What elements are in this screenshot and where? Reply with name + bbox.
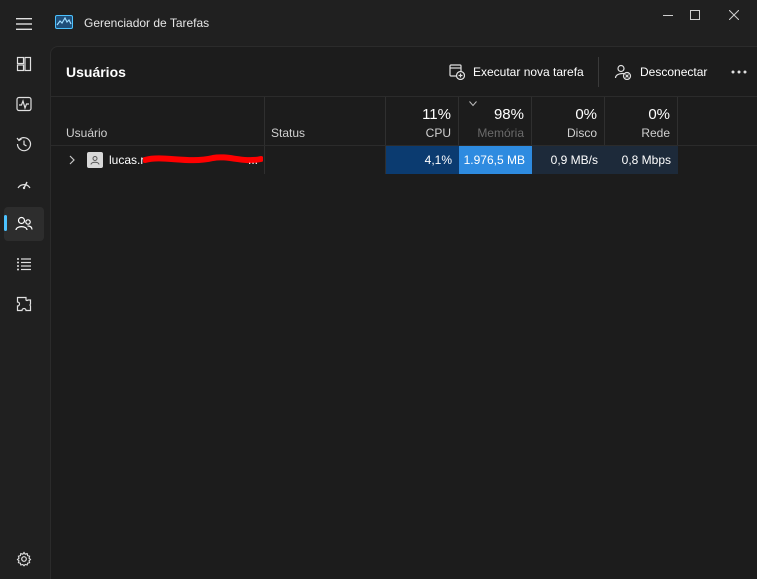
hamburger-menu-button[interactable] [6,8,42,40]
run-new-task-label: Executar nova tarefa [473,65,584,79]
cpu-value: 4,1% [424,153,452,167]
main-panel: Usuários Executar nova tarefa Desconecta… [50,46,757,579]
more-options-button[interactable] [723,59,755,85]
run-new-task-button[interactable]: Executar nova tarefa [441,56,592,88]
title-bar: Gerenciador de Tarefas [0,0,757,46]
nav-item-details[interactable] [4,247,44,281]
active-nav-indicator [4,215,7,231]
sort-descending-icon [469,101,477,107]
status-cell [265,146,386,174]
services-icon [16,296,32,312]
side-navigation [0,46,50,579]
close-icon [729,10,739,20]
memory-value: 1.976,5 MB [463,153,525,167]
more-horizontal-icon [731,70,747,74]
maximize-icon [690,10,700,20]
column-disk-label: Disco [566,126,597,140]
users-icon [15,216,33,231]
cpu-cell: 4,1% [386,146,459,174]
user-cell: lucas.r ... [51,146,265,174]
nav-item-settings[interactable] [4,542,44,576]
nav-item-processes[interactable] [4,47,44,81]
column-status-label: Status [271,126,306,140]
column-header-memory[interactable]: 98% Memória [459,97,532,145]
close-button[interactable] [711,0,757,30]
chevron-right-icon[interactable] [67,154,77,166]
user-name-ellipsis: ... [248,153,259,167]
network-value: 0,8 Mbps [621,153,671,167]
memory-total-percent: 98% [493,106,524,123]
disk-total-percent: 0% [575,106,597,123]
column-user-label: Usuário [66,126,108,140]
table-row[interactable]: lucas.r ... 4,1% 1.976,5 MB 0,9 MB/s 0,8… [51,146,757,174]
task-manager-app-icon [55,15,73,29]
column-header-user[interactable]: Usuário [51,97,265,145]
column-network-label: Rede [641,126,670,140]
performance-icon [16,96,32,112]
cpu-total-percent: 11% [422,106,451,123]
window-title: Gerenciador de Tarefas [84,16,210,30]
processes-icon [16,56,32,72]
disconnect-button[interactable]: Desconectar [606,56,715,88]
memory-cell: 1.976,5 MB [459,146,532,174]
network-cell: 0,8 Mbps [605,146,678,174]
hamburger-icon [16,18,32,30]
startup-icon [17,181,31,190]
redaction-mark [143,154,263,164]
column-memory-label: Memória [477,126,524,140]
column-header-cpu[interactable]: 11% CPU [386,97,459,145]
nav-item-users[interactable] [4,207,44,241]
run-task-icon [449,64,465,80]
nav-item-services[interactable] [4,287,44,321]
column-header-status[interactable]: Status [265,97,386,145]
user-icon [90,156,100,165]
nav-item-startup[interactable] [4,167,44,201]
column-header-disk[interactable]: 0% Disco [532,97,605,145]
column-header-network[interactable]: 0% Rede [605,97,678,145]
network-total-percent: 0% [648,106,670,123]
disconnect-user-icon [614,64,632,80]
gear-icon [16,551,32,567]
table-header: Usuário Status 11% CPU 98% Memória 0% Di… [51,96,757,146]
disk-cell: 0,9 MB/s [532,146,605,174]
page-title: Usuários [66,64,126,80]
column-cpu-label: CPU [425,126,451,140]
user-name: lucas.r [109,153,145,167]
disk-value: 0,9 MB/s [550,153,598,167]
user-avatar [87,152,103,168]
history-icon [16,137,32,152]
toolbar-divider [598,57,599,87]
nav-item-performance[interactable] [4,87,44,121]
nav-item-app-history[interactable] [4,127,44,161]
disconnect-label: Desconectar [640,65,708,79]
details-icon [17,258,31,271]
